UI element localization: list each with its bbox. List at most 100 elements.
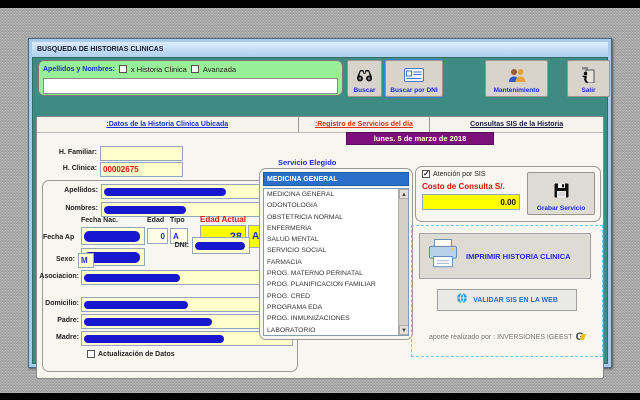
madre-redaction	[84, 335, 224, 343]
padre-redaction	[84, 318, 212, 326]
window-titlebar[interactable]: BUSQUEDA DE HISTORIAS CLINICAS	[32, 42, 608, 57]
h-clinica-label: H. Clinica:	[55, 165, 97, 172]
servicio-item[interactable]: MEDICINA GENERAL	[264, 189, 398, 200]
tab-registro-servicios-label: :Registro de Servicios del día	[315, 121, 413, 128]
search-label: Apellidos y Nombres:	[43, 66, 115, 73]
sexo-field[interactable]: M	[78, 253, 94, 268]
screenshot-stage: BUSQUEDA DE HISTORIAS CLINICAS Apellidos…	[0, 0, 640, 400]
fecha-nac-label: Fecha Nac.	[81, 217, 131, 224]
apellidos-label: Apellidos:	[52, 187, 98, 194]
servicio-listbox[interactable]: MEDICINA GENERAL ODONTOLOGIA OBSTETRICIA…	[263, 188, 409, 336]
servicio-item[interactable]: ODONTOLOGIA	[264, 200, 398, 211]
servicio-item[interactable]: SERVICIO SOCIAL	[264, 245, 398, 256]
servicio-item[interactable]: ENFERMERIA	[264, 223, 398, 234]
servicio-item[interactable]: PROG. MATERNO PERINATAL	[264, 268, 398, 279]
costo-consulta-field[interactable]: 0.00	[422, 194, 520, 210]
floppy-disk-icon	[554, 175, 569, 205]
main-panel: :Datos de la Historia Clinica Ubicada :R…	[36, 116, 604, 379]
servicio-item[interactable]: PROG. INMUNIZACIONES	[264, 313, 398, 324]
servicio-item[interactable]: LABORATORIO	[264, 325, 398, 336]
tipo-label: Tipo	[170, 217, 190, 224]
atencion-row: Atención por SIS	[422, 170, 486, 178]
padre-label: Padre:	[37, 317, 79, 324]
domicilio-label: Domicilio:	[37, 300, 79, 307]
users-icon	[507, 63, 527, 87]
servicio-selected[interactable]: MEDICINA GENERAL	[263, 172, 409, 186]
asociacion-label: Asociacion:	[37, 273, 79, 280]
edad-label: Edad	[147, 217, 167, 224]
asociacion-redaction	[84, 274, 180, 282]
actualizacion-row: Actualización de Datos	[87, 350, 175, 358]
h-familiar-field[interactable]	[100, 146, 183, 161]
credit-row: aporte realizado por : INVERSIONES IGEES…	[429, 332, 584, 342]
tab-registro-servicios[interactable]: :Registro de Servicios del día	[299, 117, 431, 133]
window-title: BUSQUEDA DE HISTORIAS CLINICAS	[37, 46, 163, 53]
tab-consultas-sis-label: Consultas SIS de la Historia	[470, 121, 563, 128]
tab-datos-historia-label: :Datos de la Historia Clinica Ubicada	[106, 121, 228, 128]
dni-redaction	[195, 242, 245, 250]
grabar-servicio-label: Grabar Servicio	[537, 205, 585, 212]
search-input[interactable]	[43, 78, 338, 94]
servicio-item[interactable]: SALUD MENTAL	[264, 234, 398, 245]
scroll-down-icon[interactable]: ▼	[399, 325, 409, 335]
printer-icon	[426, 237, 460, 276]
window-body: Apellidos y Nombres: x Historia Clinica …	[32, 57, 608, 364]
salir-button-label: Salir	[581, 87, 595, 94]
servicio-item[interactable]: OBSTETRICIA NORMAL	[264, 212, 398, 223]
dni-field[interactable]	[192, 237, 250, 254]
app-window: BUSQUEDA DE HISTORIAS CLINICAS Apellidos…	[28, 38, 612, 368]
servicio-item[interactable]: PROG. CRED	[264, 291, 398, 302]
edad-field[interactable]: 0	[147, 228, 168, 244]
historia-clinica-checkbox[interactable]	[119, 65, 127, 73]
mantenimiento-button-label: Mantenimiento	[494, 87, 540, 94]
h-clinica-field[interactable]: 00002675	[100, 162, 183, 177]
date-text: lunes. 5 de marzo de 2018	[374, 134, 467, 143]
validar-sis-button[interactable]: VALIDAR SIS EN LA WEB	[437, 289, 577, 311]
avanzada-checkbox[interactable]	[191, 65, 199, 73]
fecha-ap-label: Fecha Ap	[43, 234, 79, 241]
date-bar: lunes. 5 de marzo de 2018	[346, 132, 494, 145]
actualizacion-checkbox[interactable]	[87, 350, 95, 358]
h-familiar-label: H. Familiar:	[55, 149, 97, 156]
fecha-nac-field[interactable]	[81, 227, 145, 245]
tab-consultas-sis[interactable]: Consultas SIS de la Historia	[430, 117, 603, 133]
binoculars-icon	[356, 63, 373, 87]
id-card-icon	[404, 63, 424, 87]
nombres-label: Nombres:	[52, 205, 98, 212]
tab-datos-historia[interactable]: :Datos de la Historia Clinica Ubicada	[37, 117, 299, 133]
avanzada-checkbox-label: Avanzada	[203, 65, 236, 74]
imprimir-historia-button[interactable]: IMPRIMIR HISTORIA CLINICA	[419, 233, 591, 279]
fecha-nac-redaction	[84, 231, 140, 242]
historia-clinica-checkbox-label: x Historia Clinica	[131, 65, 187, 74]
atencion-sis-checkbox[interactable]	[422, 170, 430, 178]
atencion-sis-label: Atención por SIS	[433, 171, 486, 178]
servicio-elegido-label: Servicio Elegido	[278, 158, 336, 167]
buscar-por-dni-button-label: Buscar por DNI	[390, 87, 437, 94]
buscar-por-dni-button[interactable]: Buscar por DNI	[385, 60, 443, 97]
sexo-label: Sexo:	[47, 256, 75, 263]
buscar-button-label: Buscar	[353, 87, 375, 94]
costo-consulta-label: Costo de Consulta S/.	[422, 182, 505, 191]
actualizacion-label: Actualización de Datos	[98, 351, 175, 358]
domicilio-redaction	[84, 301, 188, 309]
grabar-servicio-button[interactable]: Grabar Servicio	[527, 172, 595, 215]
mantenimiento-button[interactable]: Mantenimiento	[485, 60, 548, 97]
tab-strip: :Datos de la Historia Clinica Ubicada :R…	[37, 117, 603, 133]
exit-door-icon	[581, 63, 596, 87]
imprimir-historia-label: IMPRIMIR HISTORIA CLINICA	[466, 252, 571, 261]
validar-sis-label: VALIDAR SIS EN LA WEB	[473, 297, 558, 304]
servicio-item[interactable]: FARMACIA	[264, 257, 398, 268]
credit-text: aporte realizado por : INVERSIONES IGEES…	[429, 334, 573, 341]
servicio-item[interactable]: PROGRAMA EDA	[264, 302, 398, 313]
igeest-logo-icon: G	[576, 332, 585, 342]
servicio-item[interactable]: PROG. PLANIFICACION FAMILIAR	[264, 279, 398, 290]
dni-label: DNI:	[167, 242, 189, 249]
globe-icon	[456, 291, 468, 309]
buscar-button[interactable]: Buscar	[347, 60, 382, 97]
madre-label: Madre:	[37, 334, 79, 341]
search-panel: Apellidos y Nombres: x Historia Clinica …	[38, 60, 343, 96]
nombres-redaction	[104, 206, 186, 214]
salir-button[interactable]: Salir	[567, 60, 610, 97]
servicio-scrollbar[interactable]: ▲ ▼	[398, 189, 408, 335]
scroll-up-icon[interactable]: ▲	[399, 189, 409, 199]
